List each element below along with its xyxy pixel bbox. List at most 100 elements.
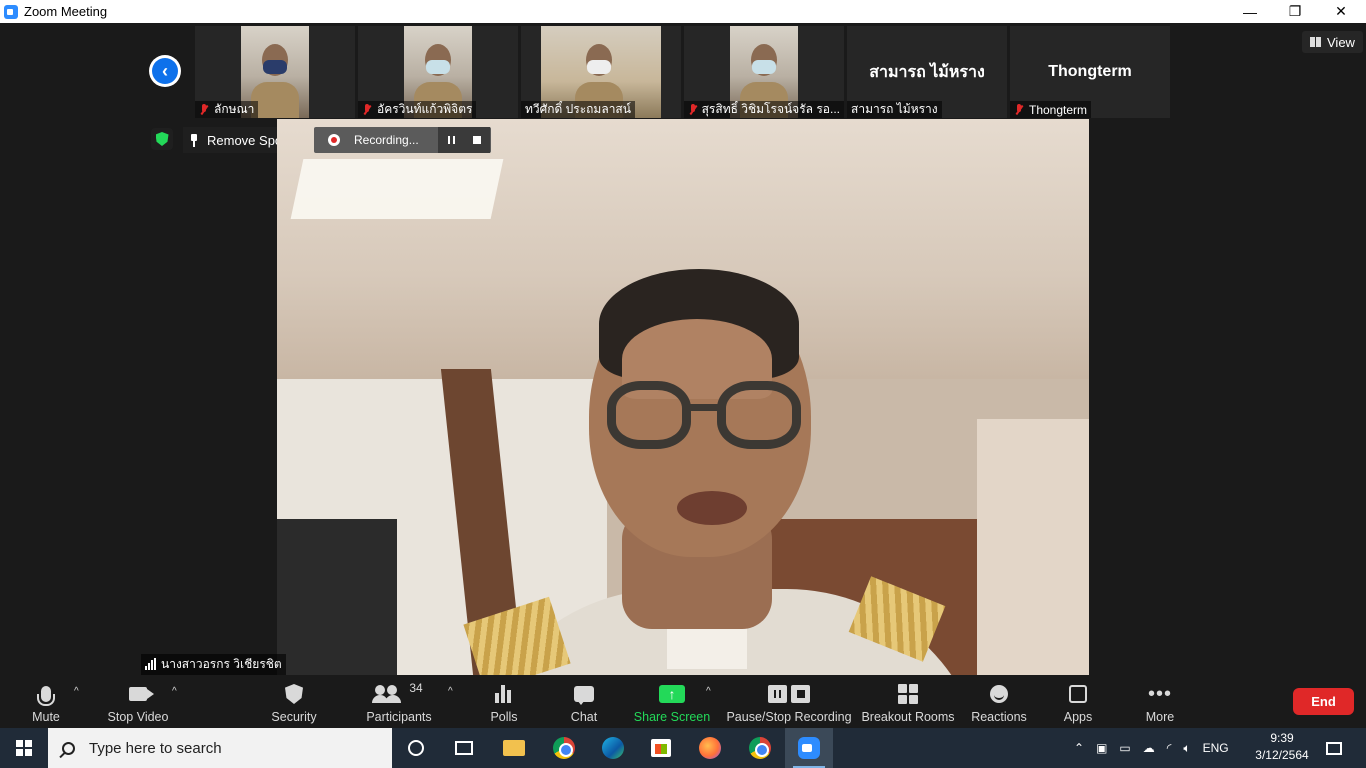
breakout-rooms-button[interactable]: Breakout Rooms: [861, 675, 955, 728]
participant-tile[interactable]: อัครวินท์แก้วพิจิตร: [358, 26, 518, 118]
apps-button[interactable]: Apps: [1058, 675, 1098, 728]
clock-time: 9:39: [1270, 731, 1294, 745]
recording-status: Recording...: [354, 133, 419, 147]
signal-strength-icon: [145, 658, 157, 670]
chevron-up-icon[interactable]: ⌃: [1074, 741, 1084, 755]
recording-indicator: Recording...: [314, 127, 491, 153]
chrome-icon: [749, 737, 771, 759]
previous-page-button[interactable]: ‹: [149, 55, 181, 87]
file-explorer-button[interactable]: [490, 728, 538, 768]
minimize-button[interactable]: —: [1227, 0, 1273, 23]
action-center-button[interactable]: [1316, 736, 1352, 760]
meet-now-icon[interactable]: ▣: [1096, 741, 1107, 755]
stop-recording-button[interactable]: [464, 127, 490, 153]
edge-icon: [602, 737, 624, 759]
mute-button[interactable]: Mute: [22, 675, 70, 728]
cortana-button[interactable]: [392, 728, 440, 768]
pin-icon: [189, 133, 199, 147]
grid-view-icon: [1310, 37, 1321, 47]
taskbar-search-box[interactable]: Type here to search: [48, 728, 392, 768]
participant-tile[interactable]: Thongterm Thongterm: [1010, 26, 1170, 118]
battery-icon[interactable]: ▭: [1119, 741, 1130, 755]
participant-name-label: อัครวินท์แก้วพิจิตร: [358, 101, 477, 118]
edge-button[interactable]: [589, 728, 637, 768]
pause-stop-icon: [768, 685, 810, 703]
chrome-icon: [553, 737, 575, 759]
apps-label: Apps: [1063, 710, 1093, 724]
taskbar-clock[interactable]: 9:39 3/12/2564: [1252, 730, 1312, 766]
reactions-button[interactable]: Reactions: [970, 675, 1028, 728]
onedrive-cloud-icon[interactable]: ☁: [1143, 741, 1155, 755]
windows-taskbar: Type here to search ⌃ ▣ ▭ ☁ ◜ 🔈︎ ENG 9:3…: [0, 728, 1366, 768]
participant-name-label: ทวีศักดิ์ ประถมลาสน์: [521, 101, 635, 118]
participant-name-label: สามารถ ไม้หราง: [847, 101, 942, 118]
restore-button[interactable]: ❐: [1272, 0, 1318, 23]
share-screen-label: Share Screen: [633, 710, 711, 724]
search-icon: [62, 741, 75, 755]
task-view-button[interactable]: [440, 728, 488, 768]
share-screen-button[interactable]: ↑ Share Screen: [634, 675, 710, 728]
cortana-circle-icon: [408, 740, 424, 756]
start-button[interactable]: [0, 728, 48, 768]
stop-icon: [473, 136, 481, 144]
polls-button[interactable]: Polls: [484, 675, 524, 728]
microphone-icon: [37, 686, 55, 706]
reactions-label: Reactions: [971, 710, 1027, 724]
participant-name: สุรสิทธิ์ วิชิมโรจน์จรัล รอ...: [701, 102, 840, 116]
chat-bubble-icon: [574, 686, 594, 705]
zoom-taskbar-button[interactable]: [785, 728, 833, 768]
end-meeting-button[interactable]: End: [1293, 688, 1354, 715]
participants-icon: [372, 685, 401, 703]
participant-name: สามารถ ไม้หราง: [851, 102, 938, 116]
participants-options-caret-icon[interactable]: ^: [448, 686, 458, 697]
chrome-button[interactable]: [540, 728, 588, 768]
participant-name: อัครวินท์แก้วพิจิตร: [377, 102, 473, 116]
chat-button[interactable]: Chat: [564, 675, 604, 728]
participant-tile[interactable]: ลักษณา: [195, 26, 355, 118]
more-button[interactable]: ••• More: [1140, 675, 1180, 728]
video-options-caret-icon[interactable]: ^: [172, 686, 182, 697]
clock-date: 3/12/2564: [1255, 748, 1309, 762]
chat-label: Chat: [570, 710, 598, 724]
muted-mic-icon: [362, 103, 372, 116]
view-button[interactable]: View: [1302, 31, 1363, 53]
search-placeholder: Type here to search: [89, 739, 222, 757]
participants-button[interactable]: 34 Participants: [364, 675, 434, 728]
chrome-profile-button[interactable]: [736, 728, 784, 768]
participant-name: ทวีศักดิ์ ประถมลาสน์: [525, 102, 631, 116]
input-language[interactable]: ENG: [1203, 741, 1229, 755]
close-window-button[interactable]: ✕: [1318, 0, 1364, 23]
smiley-plus-icon: [990, 685, 1008, 703]
audio-options-caret-icon[interactable]: ^: [74, 686, 84, 697]
store-button[interactable]: [637, 728, 685, 768]
zoom-app-icon: [798, 737, 820, 759]
share-options-caret-icon[interactable]: ^: [706, 686, 716, 697]
security-button[interactable]: Security: [266, 675, 322, 728]
share-arrow-icon: ↑: [659, 685, 685, 703]
firefox-button[interactable]: [686, 728, 734, 768]
breakout-grid-icon: [898, 684, 918, 704]
participant-name-label: Thongterm: [1010, 101, 1092, 118]
volume-icon[interactable]: 🔈︎: [1183, 741, 1190, 756]
participant-tile[interactable]: สามารถ ไม้หราง สามารถ ไม้หราง: [847, 26, 1007, 118]
wifi-icon[interactable]: ◜: [1167, 741, 1172, 755]
breakout-rooms-label: Breakout Rooms: [861, 710, 955, 724]
meeting-area: ‹ ลักษณา อัครวินท์แก้วพิจิตร ทวีศักดิ์ ป…: [0, 23, 1366, 675]
more-label: More: [1145, 710, 1175, 724]
window-title-bar: Zoom Meeting — ❐ ✕: [0, 0, 1366, 23]
pause-stop-recording-label: Pause/Stop Recording: [726, 710, 852, 724]
encryption-shield-icon[interactable]: [151, 128, 173, 150]
pause-recording-button[interactable]: [438, 127, 464, 153]
active-speaker-video: [277, 119, 1089, 675]
store-bag-icon: [651, 739, 671, 757]
pause-stop-recording-button[interactable]: Pause/Stop Recording: [726, 675, 852, 728]
shield-icon: [285, 684, 303, 704]
participant-tile[interactable]: ทวีศักดิ์ ประถมลาสน์: [521, 26, 681, 118]
stop-video-button[interactable]: Stop Video: [104, 675, 172, 728]
polls-label: Polls: [490, 710, 518, 724]
stop-video-label: Stop Video: [107, 710, 169, 724]
participant-tile[interactable]: สุรสิทธิ์ วิชิมโรจน์จรัล รอ...: [684, 26, 844, 118]
muted-mic-icon: [1014, 103, 1024, 116]
muted-mic-icon: [199, 103, 209, 116]
meeting-controls-toolbar: Mute ^ Stop Video ^ Security 34 Participa…: [0, 675, 1366, 728]
